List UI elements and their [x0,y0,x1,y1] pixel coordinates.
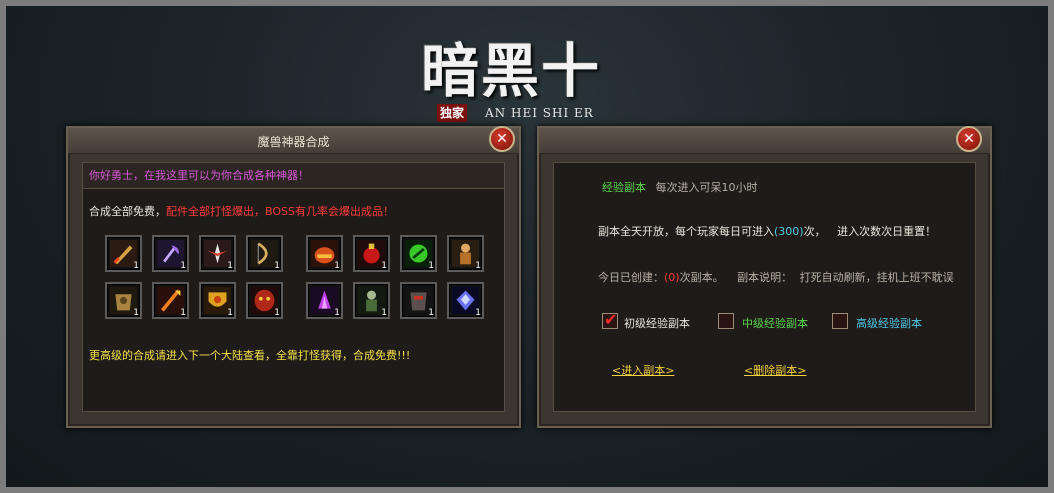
green-orb-item-icon[interactable]: 1 [400,235,437,272]
delete-dungeon-link[interactable]: <删除副本> [744,362,806,378]
exp-dungeon-panel: ✕ 经验副本 每次进入可呆10小时 副本全天开放，每个玩家每日可进入(300)次… [537,126,992,428]
free-text: 合成全部免费， [89,205,166,218]
open-limit: (300) [774,225,804,238]
close-icon[interactable]: ✕ [489,126,515,152]
axe-item-icon[interactable]: 1 [152,235,189,272]
game-screen: 暗黑十二 独家 AN HEI SHI ER 魔兽神器合成 ✕ 你好勇士，在我这里… [0,0,1054,493]
panel-header: ✕ [539,126,990,154]
option-checkbox-mid[interactable] [718,313,734,329]
purple-crystal-item-icon[interactable]: 1 [306,282,343,319]
created-info: 今日已创建：(0)次副本。 副本说明： 打死自动刷新，挂机上班不耽误 [598,269,954,285]
panel-title: 魔兽神器合成 [257,135,330,149]
sword-item-icon[interactable]: 1 [105,235,142,272]
option-label-high: 高级经验副本 [856,317,922,330]
logo-badge: 独家 [437,104,468,122]
close-icon[interactable]: ✕ [956,126,982,152]
game-logo: 暗黑十二 独家 AN HEI SHI ER [421,24,651,189]
panel-body: 经验副本 每次进入可呆10小时 副本全天开放，每个玩家每日可进入(300)次， … [553,162,976,412]
winged-blade-item-icon[interactable]: 1 [199,235,236,272]
dungeon-time: 每次进入可呆10小时 [655,181,758,194]
warrior-figure-item-icon[interactable]: 1 [447,235,484,272]
red-orb-item-icon[interactable]: 1 [353,235,390,272]
open-text-suffix: 次， [803,225,826,238]
green-figure-item-icon[interactable]: 1 [353,282,390,319]
item-count: 1 [133,261,139,271]
item-count: 1 [334,261,340,271]
item-count: 1 [274,308,280,318]
bow-item-icon[interactable]: 1 [246,235,283,272]
artifact-synthesis-panel: 魔兽神器合成 ✕ 你好勇士，在我这里可以为你合成各种神器！ 合成全部免费，配件全… [66,126,521,428]
dungeon-name: 经验副本 [602,181,646,194]
demon-mask-item-icon[interactable]: 1 [246,282,283,319]
item-count: 1 [180,261,186,271]
option-checkbox-high[interactable] [832,313,848,329]
item-count: 1 [133,308,139,318]
item-count: 1 [475,308,481,318]
advanced-note: 更高级的合成请进入下一个大陆查看，全靠打怪获得，合成免费!!! [89,349,411,362]
option-label-basic: 初级经验副本 [624,317,690,330]
greeting-text: 你好勇士，在我这里可以为你合成各种神器！ [83,163,504,189]
item-count: 1 [475,261,481,271]
fire-helmet-item-icon[interactable]: 1 [306,235,343,272]
desc-text: 打死自动刷新，挂机上班不耽误 [799,271,954,284]
item-count: 1 [227,308,233,318]
blue-gem-item-icon[interactable]: 1 [447,282,484,319]
item-count: 1 [334,308,340,318]
created-suffix: 次副本。 [679,271,724,284]
panel-header: 魔兽神器合成 ✕ [68,126,519,154]
enter-dungeon-link[interactable]: <进入副本> [612,362,674,378]
flame-spear-item-icon[interactable]: 1 [152,282,189,319]
logo-subtitle: AN HEI SHI ER [485,106,594,120]
open-text: 副本全天开放，每个玩家每日可进入 [598,225,774,238]
created-count: (0) [664,271,680,284]
created-label: 今日已创建： [598,271,664,284]
item-count: 1 [381,308,387,318]
reset-text: 进入次数次日重置！ [837,225,937,238]
open-info: 副本全天开放，每个玩家每日可进入(300)次， 进入次数次日重置！ [598,223,936,239]
free-info: 合成全部免费，配件全部打怪爆出，BOSS有几率会爆出成品！ [89,203,394,219]
desc-label: 副本说明： [737,271,793,284]
gold-shield-item-icon[interactable]: 1 [199,282,236,319]
item-count: 1 [428,261,434,271]
armor-item-icon[interactable]: 1 [105,282,142,319]
item-count: 1 [180,308,186,318]
dark-armor-item-icon[interactable]: 1 [400,282,437,319]
item-count: 1 [227,261,233,271]
panel-body: 你好勇士，在我这里可以为你合成各种神器！ 合成全部免费，配件全部打怪爆出，BOS… [82,162,505,412]
item-count: 1 [428,308,434,318]
dungeon-header: 经验副本 每次进入可呆10小时 [602,179,758,195]
option-label-mid: 中级经验副本 [742,317,808,330]
item-count: 1 [381,261,387,271]
item-count: 1 [274,261,280,271]
drop-text: 配件全部打怪爆出，BOSS有几率会爆出成品！ [166,205,394,218]
option-checkbox-basic[interactable] [602,310,618,329]
